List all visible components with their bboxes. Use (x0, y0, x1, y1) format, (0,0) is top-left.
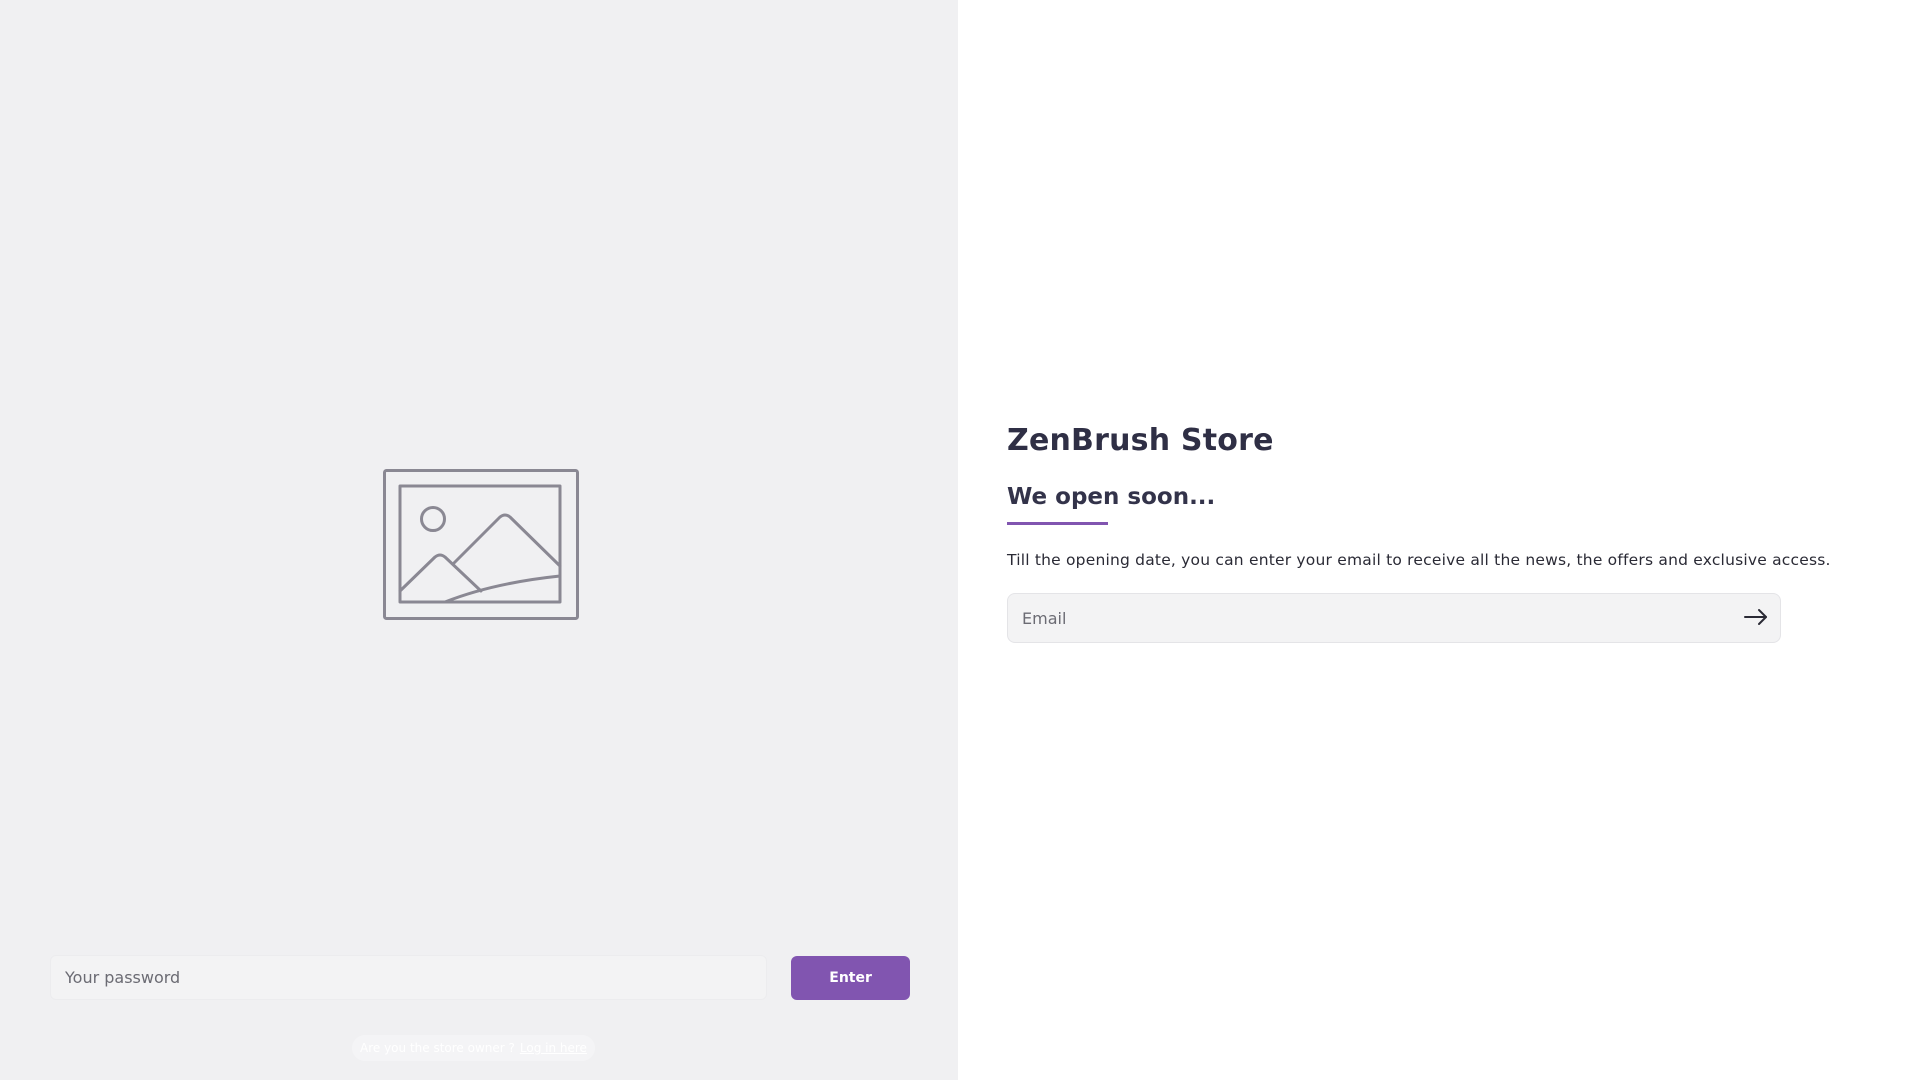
accent-divider (1007, 522, 1108, 525)
owner-login-link[interactable]: Log in here (520, 1041, 587, 1055)
coming-soon-content: ZenBrush Store We open soon... Till the … (1007, 423, 1831, 643)
store-title: ZenBrush Store (1007, 423, 1274, 458)
opening-description: Till the opening date, you can enter you… (1007, 551, 1831, 569)
right-panel: ZenBrush Store We open soon... Till the … (958, 0, 1920, 1080)
image-placeholder-icon (383, 469, 579, 620)
coming-soon-page: Enter Are you the store owner ? Log in h… (0, 0, 1920, 1080)
newsletter-form (1007, 593, 1781, 643)
arrow-right-icon (1744, 608, 1768, 629)
store-owner-note: Are you the store owner ? Log in here (352, 1035, 595, 1061)
left-panel: Enter Are you the store owner ? Log in h… (0, 0, 958, 1080)
store-owner-question: Are you the store owner ? (360, 1041, 515, 1055)
password-form: Enter (50, 955, 910, 1000)
password-input[interactable] (50, 955, 768, 1000)
newsletter-submit-button[interactable] (1739, 601, 1773, 635)
opening-heading: We open soon... (1007, 484, 1216, 510)
email-input[interactable] (1007, 593, 1781, 643)
enter-button[interactable]: Enter (791, 955, 910, 1000)
